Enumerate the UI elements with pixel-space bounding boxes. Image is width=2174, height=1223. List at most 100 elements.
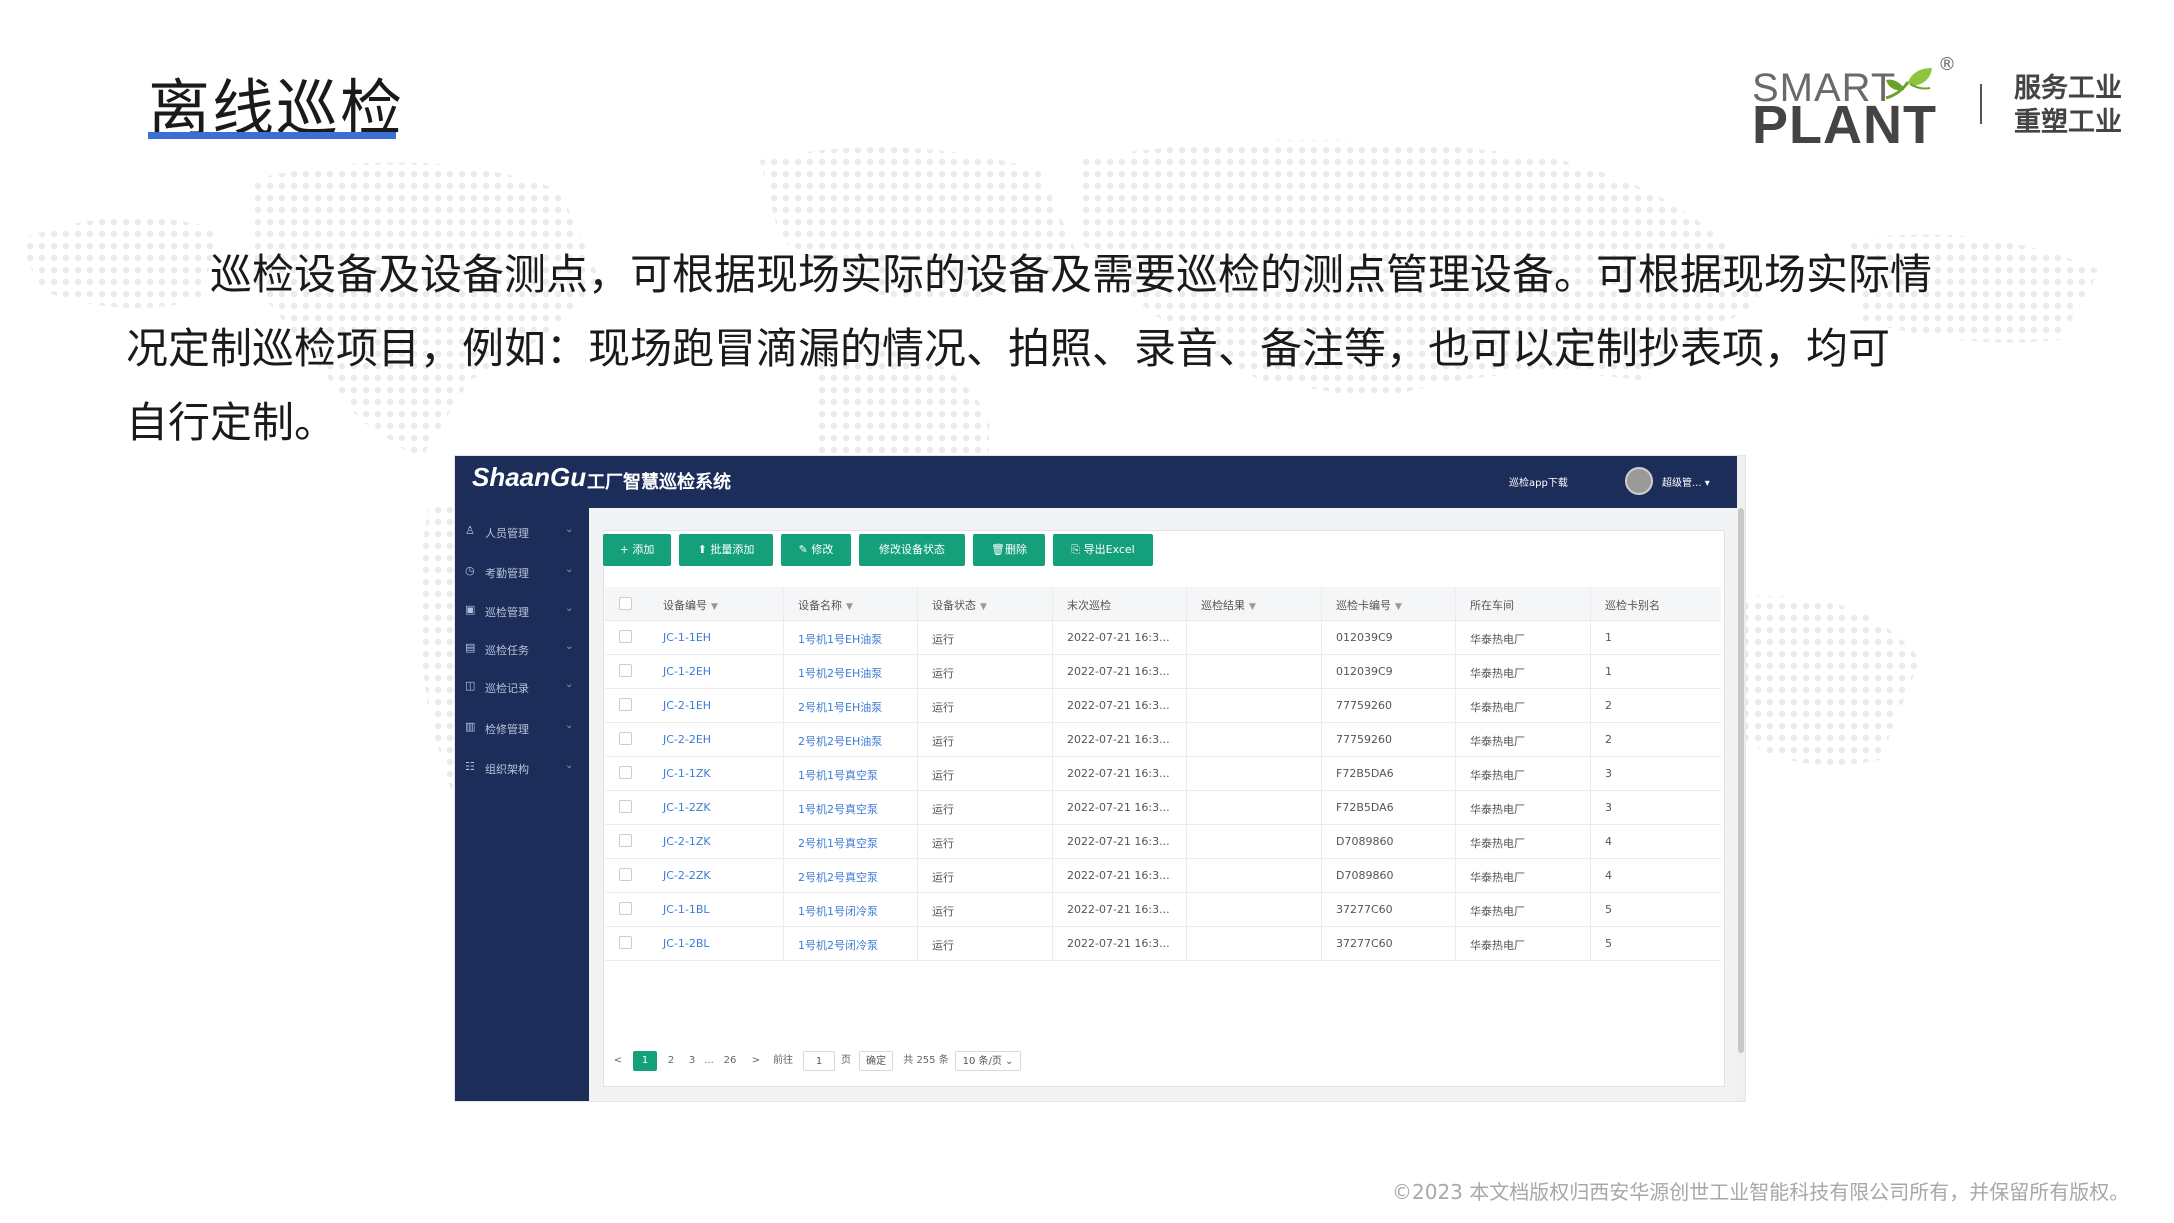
col-device-name[interactable]: 设备名称 ▼	[798, 597, 853, 613]
people-icon: ♙	[465, 524, 475, 537]
table-row[interactable]: JC-1-2BL 1号机2号闭冷泵 运行 2022-07-21 16:3... …	[605, 926, 1721, 961]
sidebar-item-attendance[interactable]: ◷ 考勤管理 ⌄	[465, 562, 581, 584]
export-excel-button[interactable]: ⎘ 导出Excel	[1053, 534, 1153, 566]
scrollbar-thumb[interactable]	[1738, 508, 1744, 1053]
delete-button[interactable]: 🗑删除	[973, 534, 1045, 566]
device-id-link[interactable]: JC-2-1EH	[663, 699, 711, 712]
page-1-button[interactable]: 1	[633, 1051, 657, 1071]
device-id-link[interactable]: JC-1-2EH	[663, 665, 711, 678]
device-status: 运行	[932, 905, 954, 918]
page-ellipsis[interactable]: ...	[701, 1051, 717, 1071]
row-checkbox[interactable]	[619, 698, 632, 711]
row-checkbox[interactable]	[619, 834, 632, 847]
device-name-link[interactable]: 1号机2号EH油泵	[798, 665, 882, 681]
device-name-link[interactable]: 2号机2号真空泵	[798, 869, 878, 885]
col-inspection-result[interactable]: 巡检结果 ▼	[1201, 597, 1256, 613]
table-row[interactable]: JC-1-2EH 1号机2号EH油泵 运行 2022-07-21 16:3...…	[605, 654, 1721, 689]
workshop: 华泰热电厂	[1470, 871, 1525, 884]
header-label: 设备状态	[932, 599, 976, 612]
add-button[interactable]: + 添加	[603, 534, 671, 566]
filter-icon[interactable]: ▼	[980, 602, 987, 612]
row-checkbox[interactable]	[619, 800, 632, 813]
sidebar-item-label: 巡检任务	[485, 644, 529, 657]
page-size-select[interactable]: 10 条/页 ⌄	[955, 1051, 1021, 1071]
device-status: 运行	[932, 667, 954, 680]
row-checkbox[interactable]	[619, 902, 632, 915]
card-alias: 3	[1605, 767, 1612, 780]
device-id-link[interactable]: JC-1-1ZK	[663, 767, 711, 780]
row-checkbox[interactable]	[619, 868, 632, 881]
next-page-button[interactable]: >	[749, 1051, 763, 1071]
workshop: 华泰热电厂	[1470, 939, 1525, 952]
device-name-link[interactable]: 2号机2号EH油泵	[798, 733, 882, 749]
change-status-button[interactable]: 修改设备状态	[859, 534, 965, 566]
table-row[interactable]: JC-1-1EH 1号机1号EH油泵 运行 2022-07-21 16:3...…	[605, 620, 1721, 655]
device-id-link[interactable]: JC-1-2BL	[663, 937, 710, 950]
device-id-link[interactable]: JC-2-1ZK	[663, 835, 711, 848]
sidebar-item-tasks[interactable]: ▤ 巡检任务 ⌄	[465, 639, 581, 661]
table-row[interactable]: JC-2-2EH 2号机2号EH油泵 运行 2022-07-21 16:3...…	[605, 722, 1721, 757]
device-name-link[interactable]: 1号机1号EH油泵	[798, 631, 882, 647]
goto-page-input[interactable]: 1	[803, 1051, 835, 1071]
table-row[interactable]: JC-2-1EH 2号机1号EH油泵 运行 2022-07-21 16:3...…	[605, 688, 1721, 723]
sidebar-item-repair[interactable]: ▥ 检修管理 ⌄	[465, 718, 581, 740]
device-name-link[interactable]: 2号机1号真空泵	[798, 835, 878, 851]
device-name-link[interactable]: 1号机1号真空泵	[798, 767, 878, 783]
col-card-id[interactable]: 巡检卡编号 ▼	[1336, 597, 1402, 613]
device-id-link[interactable]: JC-1-1EH	[663, 631, 711, 644]
paragraph-line-1: 巡检设备及设备测点，可根据现场实际的设备及需要巡检的测点管理设备。可根据现场实际…	[126, 238, 2046, 312]
batch-add-button[interactable]: ⬆ 批量添加	[679, 534, 773, 566]
filter-icon[interactable]: ▼	[846, 602, 853, 612]
col-device-id[interactable]: 设备编号 ▼	[663, 597, 718, 613]
row-checkbox[interactable]	[619, 732, 632, 745]
sidebar-item-label: 检修管理	[485, 723, 529, 736]
row-checkbox[interactable]	[619, 936, 632, 949]
table-row[interactable]: JC-2-2ZK 2号机2号真空泵 运行 2022-07-21 16:3... …	[605, 858, 1721, 893]
select-all-checkbox[interactable]	[619, 597, 632, 610]
filter-icon[interactable]: ▼	[1249, 602, 1256, 612]
col-workshop: 所在车间	[1470, 597, 1514, 613]
card-id: 77759260	[1336, 699, 1392, 712]
chevron-down-icon: ⌄	[565, 564, 574, 575]
table-row[interactable]: JC-1-2ZK 1号机2号真空泵 运行 2022-07-21 16:3... …	[605, 790, 1721, 825]
prev-page-button[interactable]: <	[611, 1051, 625, 1071]
goto-label: 前往	[773, 1055, 793, 1066]
last-inspection: 2022-07-21 16:3...	[1067, 835, 1170, 848]
row-checkbox[interactable]	[619, 630, 632, 643]
device-id-link[interactable]: JC-2-2EH	[663, 733, 711, 746]
workshop: 华泰热电厂	[1470, 769, 1525, 782]
page-3-button[interactable]: 3	[685, 1051, 699, 1071]
device-name-link[interactable]: 1号机2号闭冷泵	[798, 937, 878, 953]
sidebar-item-inspection[interactable]: ▣ 巡检管理 ⌄	[465, 601, 581, 623]
row-checkbox[interactable]	[619, 664, 632, 677]
page-26-button[interactable]: 26	[719, 1051, 741, 1071]
device-name-link[interactable]: 2号机1号EH油泵	[798, 699, 882, 715]
slogan-line-2: 重塑工业	[2014, 107, 2122, 138]
filter-icon[interactable]: ▼	[1395, 602, 1402, 612]
card-alias: 2	[1605, 733, 1612, 746]
filter-icon[interactable]: ▼	[711, 602, 718, 612]
device-id-link[interactable]: JC-2-2ZK	[663, 869, 711, 882]
device-id-link[interactable]: JC-1-1BL	[663, 903, 710, 916]
username-dropdown[interactable]: 超级管... ▾	[1662, 474, 1710, 489]
device-id-link[interactable]: JC-1-2ZK	[663, 801, 711, 814]
header-label: 巡检卡别名	[1605, 599, 1660, 612]
card-id: 37277C60	[1336, 903, 1393, 916]
sidebar-item-records[interactable]: ◫ 巡检记录 ⌄	[465, 677, 581, 699]
device-status: 运行	[932, 837, 954, 850]
edit-button[interactable]: ✎ 修改	[781, 534, 851, 566]
avatar[interactable]	[1625, 467, 1653, 495]
sidebar-item-people[interactable]: ♙ 人员管理 ⌄	[465, 522, 581, 544]
table-row[interactable]: JC-2-1ZK 2号机1号真空泵 运行 2022-07-21 16:3... …	[605, 824, 1721, 859]
device-name-link[interactable]: 1号机2号真空泵	[798, 801, 878, 817]
sidebar-item-org[interactable]: ☷ 组织架构 ⌄	[465, 758, 581, 780]
confirm-goto-button[interactable]: 确定	[859, 1051, 893, 1071]
col-device-status[interactable]: 设备状态 ▼	[932, 597, 987, 613]
table-row[interactable]: JC-1-1ZK 1号机1号真空泵 运行 2022-07-21 16:3... …	[605, 756, 1721, 791]
row-checkbox[interactable]	[619, 766, 632, 779]
page-2-button[interactable]: 2	[663, 1051, 679, 1071]
app-download-link[interactable]: 巡检app下载	[1509, 474, 1568, 489]
device-name-link[interactable]: 1号机1号闭冷泵	[798, 903, 878, 919]
table-row[interactable]: JC-1-1BL 1号机1号闭冷泵 运行 2022-07-21 16:3... …	[605, 892, 1721, 927]
last-inspection: 2022-07-21 16:3...	[1067, 903, 1170, 916]
